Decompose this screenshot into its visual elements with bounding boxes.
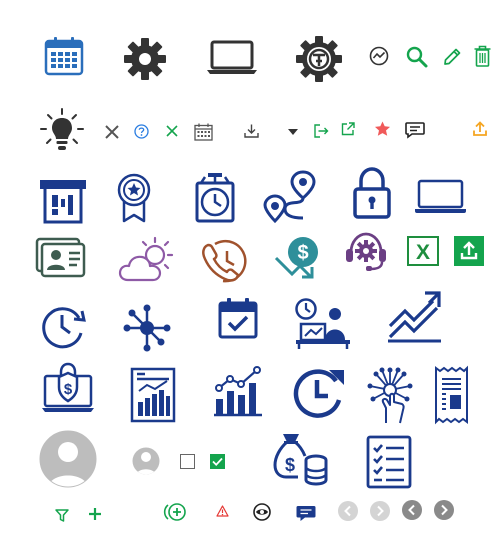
gear-icon [123,37,167,81]
svg-text:$: $ [297,242,308,264]
trend-circle-icon[interactable] [369,46,389,66]
atm-icon [39,179,87,224]
dollar-down-icon: $ [274,236,322,280]
add-circle-icon[interactable] [163,503,187,521]
money-bag-icon: $ [273,432,328,486]
avatar-large[interactable] [38,429,98,489]
report-chart-icon [130,367,176,423]
calendar-icon [44,37,84,76]
chat-icon[interactable] [296,505,316,522]
lock-icon [353,167,391,219]
contact-card-icon [35,237,86,278]
calendar-check-icon [218,298,258,339]
checkbox-checked[interactable] [210,454,225,469]
phone-clock-icon [201,237,249,283]
idea-hand-icon [367,366,413,424]
svg-text:$: $ [64,381,73,398]
lightbulb-icon [40,108,84,152]
history-icon [41,305,87,349]
secure-laptop-icon: $ [42,362,94,414]
laptop-outline-icon [414,179,467,214]
sign-out-icon[interactable] [314,124,329,138]
search-icon[interactable] [406,46,428,68]
network-icon [123,304,171,352]
external-link-icon[interactable] [341,122,355,136]
chevron-left-light-icon[interactable] [338,501,358,521]
calendar-small-icon[interactable] [194,123,213,141]
download-icon[interactable] [244,124,259,138]
chevron-right-dark-icon[interactable] [434,500,454,520]
svg-text:$: $ [285,455,295,475]
help-icon[interactable] [134,124,149,139]
excel-icon[interactable]: X [407,236,439,266]
chevron-right-light-icon[interactable] [370,501,390,521]
upload-box-icon[interactable] [454,236,484,266]
close-icon[interactable] [105,125,119,139]
stopwatch-icon [195,173,235,223]
route-icon [263,170,317,224]
close-green-icon[interactable] [166,125,178,137]
pencil-icon[interactable] [442,47,462,67]
award-badge-icon [116,173,152,223]
upload-icon[interactable] [473,121,487,136]
filter-icon[interactable] [55,509,69,522]
laptop-icon [207,40,257,75]
gear-settings-icon [296,36,342,82]
growth-chart-icon [387,290,442,343]
bar-growth-icon [213,365,263,417]
comment-icon[interactable] [405,122,425,139]
weather-icon [118,236,175,282]
plus-icon[interactable] [88,507,102,521]
support-agent-icon [345,232,387,272]
trash-icon[interactable] [474,45,491,67]
time-worker-icon [295,298,351,350]
eye-icon[interactable] [253,503,271,521]
svg-text:X: X [416,241,430,264]
caret-down-icon[interactable] [287,128,299,136]
warning-icon [216,505,229,517]
avatar-small[interactable] [131,446,161,476]
checkbox-unchecked[interactable] [180,454,195,469]
chevron-left-dark-icon[interactable] [402,500,422,520]
receipt-icon [435,365,468,425]
checklist-icon [366,435,412,489]
star-icon[interactable] [374,121,391,137]
refresh-clock-icon [291,366,345,420]
